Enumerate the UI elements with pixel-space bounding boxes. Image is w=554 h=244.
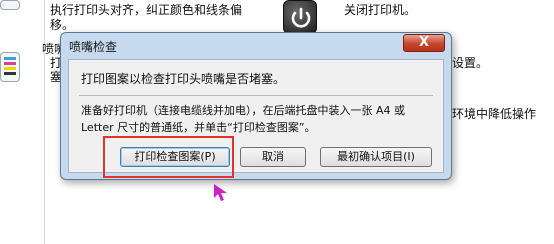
dialog-content: 打印图案以检查打印头喷嘴是否堵塞。 准备好打印机（连接电缆线并加电），在后端托盘…: [68, 59, 444, 173]
bg-item1-line1: 执行打印头对齐，纠正颜色和线条偏: [50, 3, 243, 17]
cursor-arrow-icon: [214, 184, 227, 201]
dialog-heading: 打印图案以检查打印头喷嘴是否堵塞。: [81, 72, 286, 86]
bg-env-fragment: 环境中降低操作: [452, 107, 537, 121]
printer-icon: [0, 0, 20, 10]
initial-check-items-button[interactable]: 最初确认项目(I): [320, 147, 432, 167]
dialog-instruction: 准备好打印机（连接电缆线并加电），在后端托盘中装入一张 A4 或 Letter …: [81, 104, 406, 134]
dialog-title: 喷嘴检查: [69, 40, 118, 54]
dialog-separator: [79, 95, 433, 96]
power-icon[interactable]: [283, 0, 317, 34]
bg-divider: [44, 0, 45, 244]
nozzle-check-dialog: 喷嘴检查 X 打印图案以检查打印头喷嘴是否堵塞。 准备好打印机（连接电缆线并加电…: [60, 32, 452, 180]
close-icon: X: [418, 35, 430, 50]
bg-settings-fragment: 设置。: [452, 56, 489, 70]
close-button[interactable]: X: [403, 34, 445, 52]
dialog-titlebar[interactable]: 喷嘴检查 X: [61, 33, 451, 58]
color-bars-icon: [0, 52, 20, 82]
bg-power-label: 关闭打印机。: [344, 3, 417, 17]
print-check-pattern-button[interactable]: 打印检查图案(P): [120, 147, 230, 167]
bg-item1-line2: 移。: [50, 18, 75, 32]
cancel-button[interactable]: 取消: [240, 147, 306, 167]
